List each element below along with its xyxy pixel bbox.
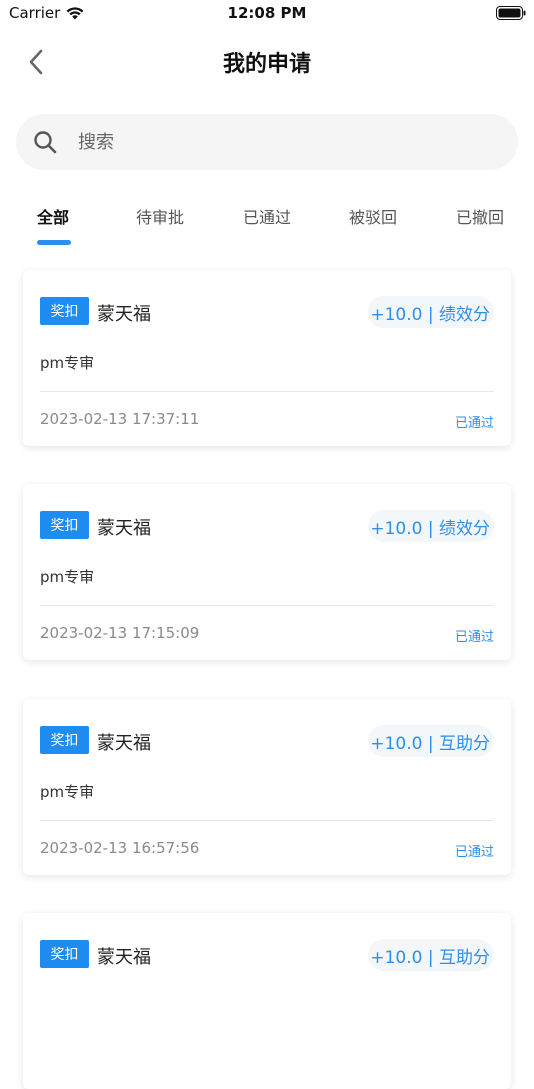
tab-all[interactable]: 全部 bbox=[37, 204, 69, 228]
type-badge: 奖扣 bbox=[40, 726, 89, 754]
search-bar[interactable] bbox=[16, 114, 518, 170]
status-label: 已通过 bbox=[454, 416, 494, 431]
applicant-name: 蒙天福 bbox=[97, 518, 151, 539]
search-icon bbox=[34, 131, 57, 154]
points-pill: +10.0 | 互助分 bbox=[368, 725, 494, 757]
status-bar: Carrier 12:08 PM bbox=[0, 0, 534, 28]
card-divider bbox=[40, 820, 494, 821]
status-label: 已通过 bbox=[454, 845, 494, 860]
type-badge: 奖扣 bbox=[40, 297, 89, 325]
tab-approved[interactable]: 已通过 bbox=[243, 204, 291, 228]
card-divider bbox=[40, 391, 494, 392]
points-pill: +10.0 | 互助分 bbox=[368, 939, 494, 971]
points-pill: +10.0 | 绩效分 bbox=[368, 510, 494, 542]
card-description: pm专审 bbox=[40, 568, 95, 586]
card-timestamp: 2023-02-13 17:15:09 bbox=[40, 624, 200, 642]
type-badge: 奖扣 bbox=[40, 511, 89, 539]
filter-tabs: 全部 待审批 已通过 被驳回 已撤回 bbox=[0, 200, 534, 250]
application-card[interactable]: 奖扣 蒙天福 +10.0 | 互助分 pm专审 2023-02-13 16:57… bbox=[23, 699, 511, 875]
applicant-name: 蒙天福 bbox=[97, 304, 151, 325]
applicant-name: 蒙天福 bbox=[97, 733, 151, 754]
tab-rejected[interactable]: 被驳回 bbox=[349, 204, 397, 228]
applicant-name: 蒙天福 bbox=[97, 947, 151, 968]
page-title: 我的申请 bbox=[222, 52, 311, 77]
application-card[interactable]: 奖扣 蒙天福 +10.0 | 互助分 bbox=[23, 913, 511, 1089]
nav-bar: 我的申请 bbox=[0, 36, 534, 90]
status-label: 已通过 bbox=[454, 630, 494, 645]
tab-withdrawn[interactable]: 已撤回 bbox=[456, 204, 504, 228]
points-pill: +10.0 | 绩效分 bbox=[368, 296, 494, 328]
card-timestamp: 2023-02-13 17:37:11 bbox=[40, 410, 200, 428]
card-timestamp: 2023-02-13 16:57:56 bbox=[40, 839, 200, 857]
card-divider bbox=[40, 605, 494, 606]
card-description: pm专审 bbox=[40, 354, 95, 372]
application-card[interactable]: 奖扣 蒙天福 +10.0 | 绩效分 pm专审 2023-02-13 17:37… bbox=[23, 270, 511, 446]
card-description: pm专审 bbox=[40, 783, 95, 801]
tab-pending[interactable]: 待审批 bbox=[136, 204, 184, 228]
application-card[interactable]: 奖扣 蒙天福 +10.0 | 绩效分 pm专审 2023-02-13 17:15… bbox=[23, 484, 511, 660]
battery-icon bbox=[496, 6, 526, 20]
active-tab-indicator bbox=[37, 240, 71, 245]
type-badge: 奖扣 bbox=[40, 940, 89, 968]
status-time: 12:08 PM bbox=[227, 4, 307, 22]
search-input[interactable] bbox=[76, 130, 460, 154]
